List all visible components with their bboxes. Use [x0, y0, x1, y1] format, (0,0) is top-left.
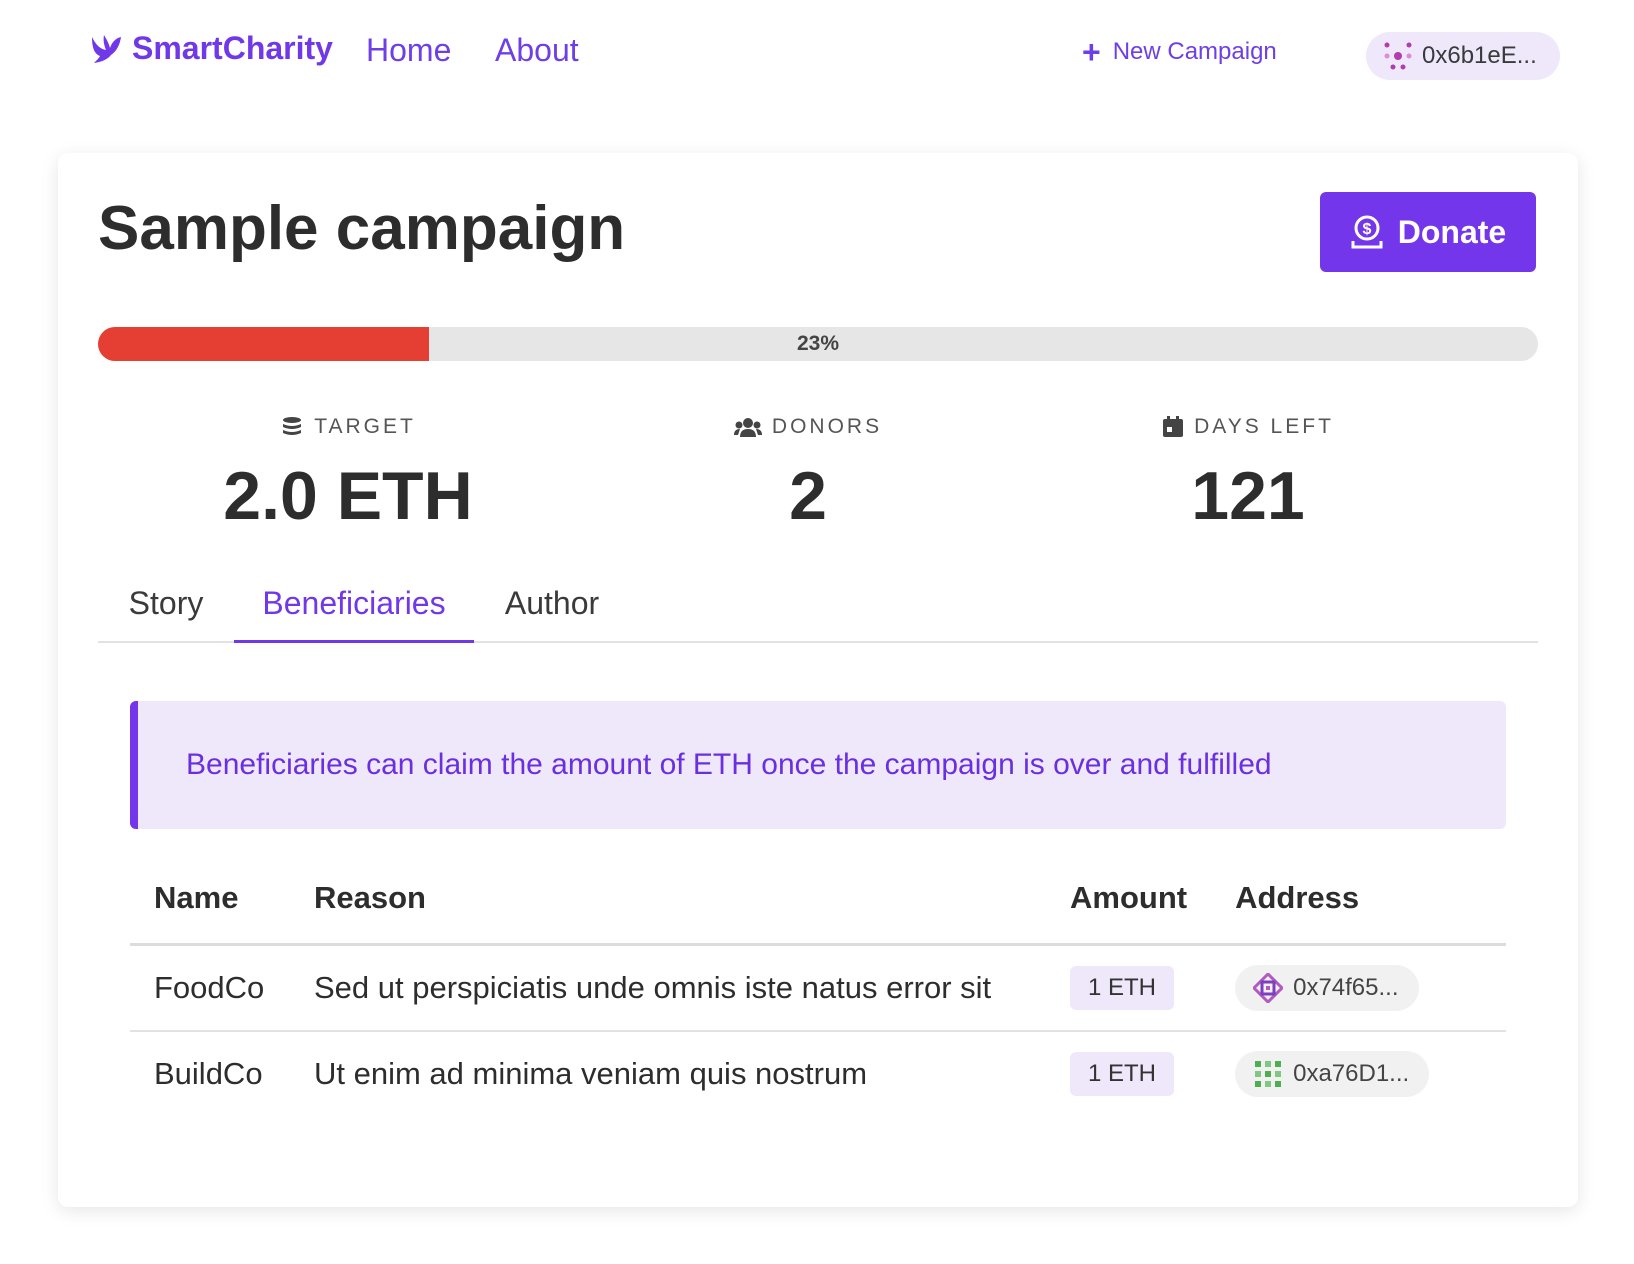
nav-home-link[interactable]: Home — [366, 32, 451, 69]
plus-icon: + — [1082, 34, 1101, 70]
donate-icon: $ — [1351, 215, 1383, 249]
address-chip[interactable]: 0xa76D1... — [1235, 1051, 1430, 1097]
row-name: BuildCo — [154, 1056, 263, 1091]
navbar: SmartCharity Home About + New Campaign 0… — [0, 0, 1634, 110]
row-reason: Sed ut perspiciatis unde omnis iste natu… — [290, 944, 1046, 1032]
beneficiaries-table: Name Reason Amount Address FoodCo Sed ut… — [130, 853, 1506, 1116]
donate-button[interactable]: $ Donate — [1320, 192, 1536, 272]
coins-icon — [283, 417, 302, 435]
row-reason: Ut enim ad minima veniam quis nostrum — [314, 1056, 868, 1091]
amount-badge: 1 ETH — [1070, 1052, 1175, 1096]
stat-target: TARGET 2.0 ETH — [168, 415, 528, 535]
page-title: Sample campaign — [98, 194, 626, 263]
brand-logo[interactable]: SmartCharity — [88, 30, 333, 67]
address-chip[interactable]: 0x74f65... — [1235, 965, 1419, 1011]
amount-badge: 1 ETH — [1070, 966, 1175, 1010]
svg-text:$: $ — [1362, 221, 1371, 238]
col-header-name: Name — [130, 853, 290, 946]
tab-bar: Story Beneficiaries Author — [98, 571, 1538, 643]
stat-target-label: TARGET — [314, 415, 416, 438]
new-campaign-button[interactable]: + New Campaign — [1082, 34, 1277, 70]
info-alert: Beneficiaries can claim the amount of ET… — [130, 701, 1506, 829]
brand-name: SmartCharity — [132, 30, 333, 66]
new-campaign-label: New Campaign — [1112, 38, 1277, 65]
stat-donors: DONORS 2 — [628, 415, 988, 535]
stat-days-left-value: 121 — [1191, 458, 1305, 534]
nav-about-link[interactable]: About — [495, 32, 579, 69]
progress-bar: 23% — [98, 327, 1538, 361]
tab-author[interactable]: Author — [474, 571, 630, 641]
identicon-icon — [1255, 1061, 1282, 1087]
address-text: 0xa76D1... — [1293, 1060, 1410, 1087]
table-header-row: Name Reason Amount Address — [130, 853, 1506, 946]
wallet-button[interactable]: 0x6b1eE... — [1366, 32, 1560, 80]
col-header-reason: Reason — [290, 853, 1046, 946]
campaign-card: Sample campaign $ Donate 23% TARGET 2.0 … — [58, 153, 1578, 1207]
table-row: BuildCo Ut enim ad minima veniam quis no… — [130, 1031, 1506, 1116]
donate-label: Donate — [1397, 213, 1507, 250]
tab-story[interactable]: Story — [98, 571, 234, 641]
col-header-amount: Amount — [1046, 853, 1212, 946]
users-icon — [733, 418, 762, 437]
stat-days-left: DAYS LEFT 121 — [1068, 415, 1428, 535]
stat-target-value: 2.0 ETH — [223, 458, 473, 534]
tab-beneficiaries[interactable]: Beneficiaries — [234, 571, 474, 643]
stat-days-left-label: DAYS LEFT — [1194, 415, 1334, 438]
stat-donors-value: 2 — [789, 458, 827, 534]
progress-label: 23% — [796, 332, 840, 355]
identicon-icon — [1384, 42, 1412, 70]
identicon-icon — [1253, 973, 1284, 1003]
row-name: FoodCo — [130, 944, 290, 1032]
dove-icon — [92, 34, 121, 63]
calendar-icon — [1163, 416, 1184, 437]
address-text: 0x74f65... — [1293, 974, 1399, 1001]
wallet-address: 0x6b1eE... — [1422, 42, 1537, 69]
stat-donors-label: DONORS — [771, 415, 883, 438]
table-row: FoodCo Sed ut perspiciatis unde omnis is… — [130, 944, 1506, 1032]
col-header-address: Address — [1211, 853, 1506, 946]
